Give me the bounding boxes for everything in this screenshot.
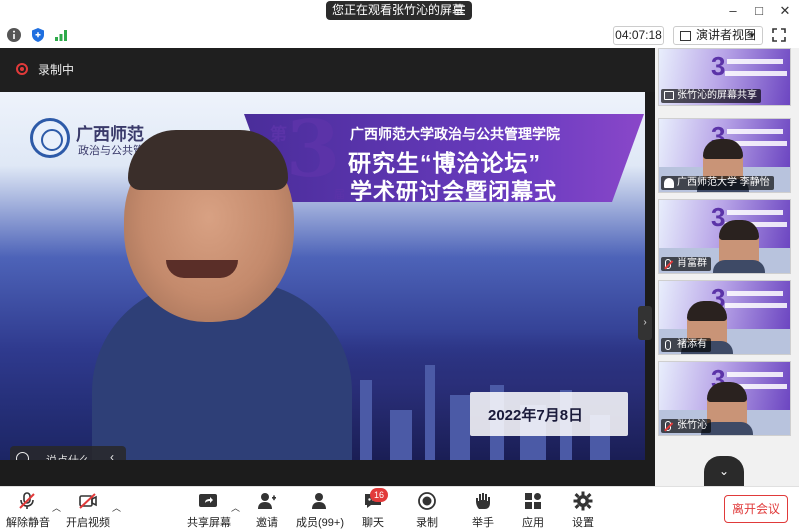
menu-icon[interactable]: ☰ (454, 1, 466, 20)
participant-name: 张竹沁 (677, 420, 707, 431)
speaker-hair (128, 130, 288, 190)
viewing-screen-indicator[interactable]: 您正在观看张竹沁的屏幕 ☰ (326, 1, 472, 20)
chevron-left-icon[interactable]: ‹ (110, 450, 114, 460)
settings-button[interactable]: 设置 (568, 491, 598, 531)
chat-unread-badge: 16 (370, 488, 388, 502)
bottom-control-bar: 解除静音 ︿ 开启视频 ︿ 共享屏幕 ︿ 邀请 成员(99+) 聊天 录制 举手… (0, 486, 799, 532)
school-logo-icon (30, 118, 70, 158)
participant-name: 褚添有 (677, 339, 707, 350)
minimize-button[interactable]: – (723, 2, 743, 20)
speaker-view-icon (680, 31, 691, 41)
participant-sidebar: 3 张竹沁的屏幕共享 3 广西师范大学 李静怡 3 肖富群 3 褚添有 3 张竹… (655, 48, 799, 486)
slide-title-line1: 广西师范大学政治与公共管理学院 (350, 126, 560, 142)
close-button[interactable]: ✕ (775, 2, 795, 20)
members-label: 成员(99+) (296, 517, 344, 529)
invite-label: 邀请 (256, 517, 278, 529)
apps-label: 应用 (522, 517, 544, 529)
mic-icon (665, 340, 671, 350)
participant-name: 肖富群 (677, 258, 707, 269)
participant-tile[interactable]: 3 褚添有 (658, 280, 791, 355)
apps-grid-icon (525, 493, 541, 509)
meeting-toolbar: 04:07:18 演讲者视图 ▼ (0, 22, 799, 48)
participant-name: 张竹沁的屏幕共享 (677, 90, 757, 101)
participant-tile[interactable]: 3 肖富群 (658, 199, 791, 274)
recording-icon (16, 63, 28, 75)
speaker-video[interactable]: 广西师范 政治与公共管 第 3 届 广西师范大学政治与公共管理学院 研究生“博洽… (0, 92, 645, 460)
main-stage: 录制中 广西师范 政治与公共管 第 3 届 广西师范大学政治与公共管理学院 研究… (0, 48, 655, 486)
raise-hand-label: 举手 (472, 517, 494, 529)
record-label: 录制 (416, 517, 438, 529)
start-video-label: 开启视频 (66, 517, 110, 529)
scroll-down-button[interactable]: ⌄ (704, 456, 744, 486)
leave-meeting-button[interactable]: 离开会议 (724, 495, 788, 523)
view-mode-dropdown[interactable]: 演讲者视图 ▼ (673, 26, 763, 45)
signal-strength-icon[interactable] (53, 27, 69, 43)
mic-muted-icon (665, 259, 671, 269)
invite-button[interactable]: 邀请 (252, 491, 282, 531)
chevron-up-icon[interactable]: ︿ (52, 501, 61, 514)
collapse-sidebar-button[interactable]: › (638, 306, 652, 340)
share-screen-label: 共享屏幕 (187, 517, 231, 529)
apps-button[interactable]: 应用 (518, 491, 548, 531)
video-off-icon (79, 493, 97, 509)
participant-tile[interactable]: 3 张竹沁的屏幕共享 (658, 48, 791, 106)
gear-icon (573, 491, 593, 511)
record-button[interactable]: 录制 (412, 491, 442, 531)
security-shield-icon[interactable] (30, 27, 46, 43)
fullscreen-icon[interactable] (772, 28, 786, 42)
unmute-label: 解除静音 (6, 517, 50, 529)
raise-hand-icon (476, 493, 490, 509)
title-bar: 您正在观看张竹沁的屏幕 ☰ – □ ✕ (0, 0, 799, 22)
unmute-button[interactable]: 解除静音 (6, 491, 50, 531)
screen-share-icon (664, 91, 674, 100)
quick-chat-placeholder: 说点什么... (46, 452, 99, 460)
share-screen-icon (199, 494, 217, 507)
slide-title-line2: 研究生“博洽论坛” (348, 150, 541, 176)
slide-date: 2022年7月8日 (488, 407, 584, 424)
slide-jie: 届 (334, 189, 345, 201)
share-screen-button[interactable]: 共享屏幕 (187, 491, 231, 531)
meeting-timer: 04:07:18 (613, 26, 664, 45)
members-icon (312, 493, 326, 509)
chevron-up-icon[interactable]: ︿ (231, 501, 240, 514)
user-icon (664, 178, 674, 188)
slide-title-line3: 学术研讨会暨闭幕式 (350, 179, 558, 204)
members-button[interactable]: 成员(99+) (296, 491, 344, 531)
participant-tile[interactable]: 3 广西师范大学 李静怡 (658, 118, 791, 193)
recording-bar: 录制中 (0, 48, 655, 92)
raise-hand-button[interactable]: 举手 (468, 491, 498, 531)
view-mode-label: 演讲者视图 (696, 28, 757, 42)
mic-muted-icon (665, 421, 671, 431)
chevron-up-icon[interactable]: ︿ (112, 501, 121, 514)
settings-label: 设置 (572, 517, 594, 529)
emoji-icon[interactable] (16, 452, 29, 460)
chat-label: 聊天 (362, 517, 384, 529)
viewing-label: 您正在观看张竹沁的屏幕 (332, 3, 465, 17)
info-icon[interactable] (6, 27, 22, 43)
participant-name: 广西师范大学 李静怡 (677, 177, 770, 188)
speaker-mouth (166, 260, 238, 278)
participant-tile[interactable]: 3 张竹沁 (658, 361, 791, 436)
mic-muted-icon (19, 492, 35, 509)
slide-di: 第 (270, 125, 287, 144)
chevron-down-icon: ▼ (748, 31, 756, 40)
start-video-button[interactable]: 开启视频 (66, 491, 110, 531)
invite-user-icon (258, 493, 276, 509)
maximize-button[interactable]: □ (749, 2, 769, 20)
slide-edition-number: 3 (286, 104, 341, 195)
record-icon (418, 492, 436, 510)
recording-label: 录制中 (38, 63, 75, 77)
